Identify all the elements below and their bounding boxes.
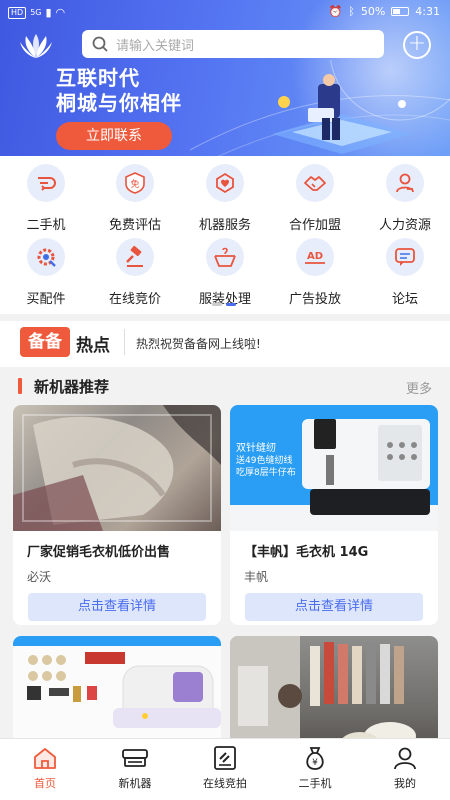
more-link[interactable]: 更多 bbox=[406, 378, 432, 397]
auction-icon bbox=[190, 743, 260, 773]
search-input[interactable]: 请输入关键词 bbox=[82, 30, 384, 58]
free-evaluate-icon: 免 bbox=[116, 164, 154, 202]
news-label: 热点 bbox=[76, 336, 110, 356]
svg-text:AD: AD bbox=[307, 251, 323, 262]
ad-icon: AD bbox=[296, 238, 334, 276]
page-indicator bbox=[212, 303, 236, 306]
news-badge: 备备 bbox=[20, 327, 70, 357]
battery-icon bbox=[391, 7, 410, 16]
banner-headline: 互联时代 桐城与你相伴 bbox=[56, 66, 182, 116]
hero-banner[interactable]: HD 5G ▮ ◠ ⏰ ᛒ 50% 4:31 请输入关键词 + 互联时代 桐城与… bbox=[0, 0, 450, 156]
view-details-button[interactable]: 点击查看详情 bbox=[28, 593, 206, 621]
hd-indicator: HD bbox=[8, 6, 27, 19]
signal-icon: ▮ bbox=[45, 6, 52, 19]
category-clothing[interactable]: 服装处理 bbox=[185, 238, 265, 307]
category-label: 二手机 bbox=[26, 218, 66, 233]
category-label: 广告投放 bbox=[288, 292, 341, 307]
nav-label: 首页 bbox=[34, 777, 56, 790]
product-image bbox=[13, 636, 221, 746]
product-card[interactable] bbox=[13, 636, 221, 746]
bottom-navigation: 首页 新机器 在线竞拍 ¥ 二手机 我的 bbox=[0, 738, 450, 800]
category-ads[interactable]: AD 广告投放 bbox=[275, 238, 355, 307]
category-hr[interactable]: 人力资源 bbox=[365, 164, 445, 233]
product-title: 厂家促销毛衣机低价出售 bbox=[27, 545, 171, 560]
headline-line-1: 互联时代 bbox=[56, 66, 140, 90]
headline-line-2: 桐城与你相伴 bbox=[56, 91, 182, 115]
forum-icon bbox=[386, 238, 424, 276]
category-label: 免费评估 bbox=[108, 218, 161, 233]
contact-now-button[interactable]: 立即联系 bbox=[56, 122, 172, 150]
category-label: 人力资源 bbox=[378, 218, 431, 233]
handshake-icon bbox=[296, 164, 334, 202]
svg-text:免: 免 bbox=[130, 178, 139, 190]
wifi-icon: ◠ bbox=[55, 6, 66, 19]
news-ticker[interactable]: 备备 热点 热烈祝贺备备网上线啦! bbox=[0, 321, 450, 367]
money-bag-icon: ¥ bbox=[280, 743, 350, 773]
product-brand: 必沃 bbox=[27, 570, 52, 584]
nav-label: 我的 bbox=[394, 777, 416, 790]
user-icon bbox=[370, 743, 440, 773]
product-image bbox=[230, 636, 438, 746]
category-label: 在线竞价 bbox=[108, 292, 161, 307]
home-icon bbox=[10, 743, 80, 773]
category-secondhand[interactable]: 二手机 bbox=[6, 164, 86, 233]
category-forum[interactable]: 论坛 bbox=[365, 238, 445, 307]
clock: 4:31 bbox=[415, 5, 440, 18]
search-placeholder: 请输入关键词 bbox=[116, 38, 195, 54]
bluetooth-icon: ᛒ bbox=[348, 5, 355, 18]
section-header: 新机器推荐 更多 bbox=[0, 372, 450, 402]
nav-home[interactable]: 首页 bbox=[10, 743, 80, 791]
category-free-evaluate[interactable]: 免 免费评估 bbox=[95, 164, 175, 233]
app-logo-icon bbox=[20, 34, 52, 58]
category-cooperation[interactable]: 合作加盟 bbox=[275, 164, 355, 233]
section-title: 新机器推荐 bbox=[34, 378, 110, 396]
gear-icon bbox=[27, 238, 65, 276]
category-label: 机器服务 bbox=[198, 218, 251, 233]
gavel-icon bbox=[116, 238, 154, 276]
nav-label: 在线竞拍 bbox=[203, 777, 247, 790]
news-message[interactable]: 热烈祝贺备备网上线啦! bbox=[136, 335, 261, 352]
category-label: 买配件 bbox=[26, 292, 66, 307]
nav-mine[interactable]: 我的 bbox=[370, 743, 440, 791]
svg-text:¥: ¥ bbox=[312, 758, 318, 768]
product-card[interactable]: 双针缝纫 送49色缝纫线 吃厚8层牛仔布 【丰帆】毛衣机 14G 丰帆 点击查看… bbox=[230, 405, 438, 625]
battery-percent: 50% bbox=[360, 5, 386, 18]
product-image bbox=[13, 405, 221, 531]
product-card[interactable]: 厂家促销毛衣机低价出售 必沃 点击查看详情 bbox=[13, 405, 221, 625]
product-image: 双针缝纫 送49色缝纫线 吃厚8层牛仔布 bbox=[230, 405, 438, 531]
app-root: HD 5G ▮ ◠ ⏰ ᛒ 50% 4:31 请输入关键词 + 互联时代 桐城与… bbox=[0, 0, 450, 800]
nav-new-machine[interactable]: 新机器 bbox=[100, 743, 170, 791]
nav-label: 新机器 bbox=[118, 777, 152, 790]
network-indicator: 5G bbox=[30, 8, 42, 17]
category-label: 合作加盟 bbox=[288, 218, 341, 233]
product-brand: 丰帆 bbox=[244, 570, 269, 584]
view-details-button[interactable]: 点击查看详情 bbox=[245, 593, 423, 621]
machine-service-icon bbox=[206, 164, 244, 202]
clothing-box-icon bbox=[206, 238, 244, 276]
secondhand-icon bbox=[27, 164, 65, 202]
product-title: 【丰帆】毛衣机 14G bbox=[244, 545, 369, 560]
machine-icon bbox=[100, 743, 170, 773]
product-image-caption: 双针缝纫 送49色缝纫线 吃厚8层牛仔布 bbox=[236, 443, 296, 478]
add-button[interactable]: + bbox=[403, 31, 431, 59]
nav-label: 二手机 bbox=[298, 777, 332, 790]
product-card[interactable] bbox=[230, 636, 438, 746]
search-icon bbox=[92, 36, 108, 52]
category-parts[interactable]: 买配件 bbox=[6, 238, 86, 307]
person-icon bbox=[386, 164, 424, 202]
nav-secondhand[interactable]: ¥ 二手机 bbox=[280, 743, 350, 791]
nav-auction[interactable]: 在线竞拍 bbox=[190, 743, 260, 791]
category-label: 论坛 bbox=[391, 292, 418, 307]
status-bar: HD 5G ▮ ◠ ⏰ ᛒ 50% 4:31 bbox=[0, 0, 450, 26]
category-grid: 二手机 免 免费评估 机器服务 合作加盟 人力资源 买配件 在线竞价 服装处理 … bbox=[0, 156, 450, 314]
category-bidding[interactable]: 在线竞价 bbox=[95, 238, 175, 307]
banner-illustration bbox=[272, 74, 412, 154]
alarm-icon: ⏰ bbox=[328, 5, 343, 18]
category-machine-service[interactable]: 机器服务 bbox=[185, 164, 265, 233]
